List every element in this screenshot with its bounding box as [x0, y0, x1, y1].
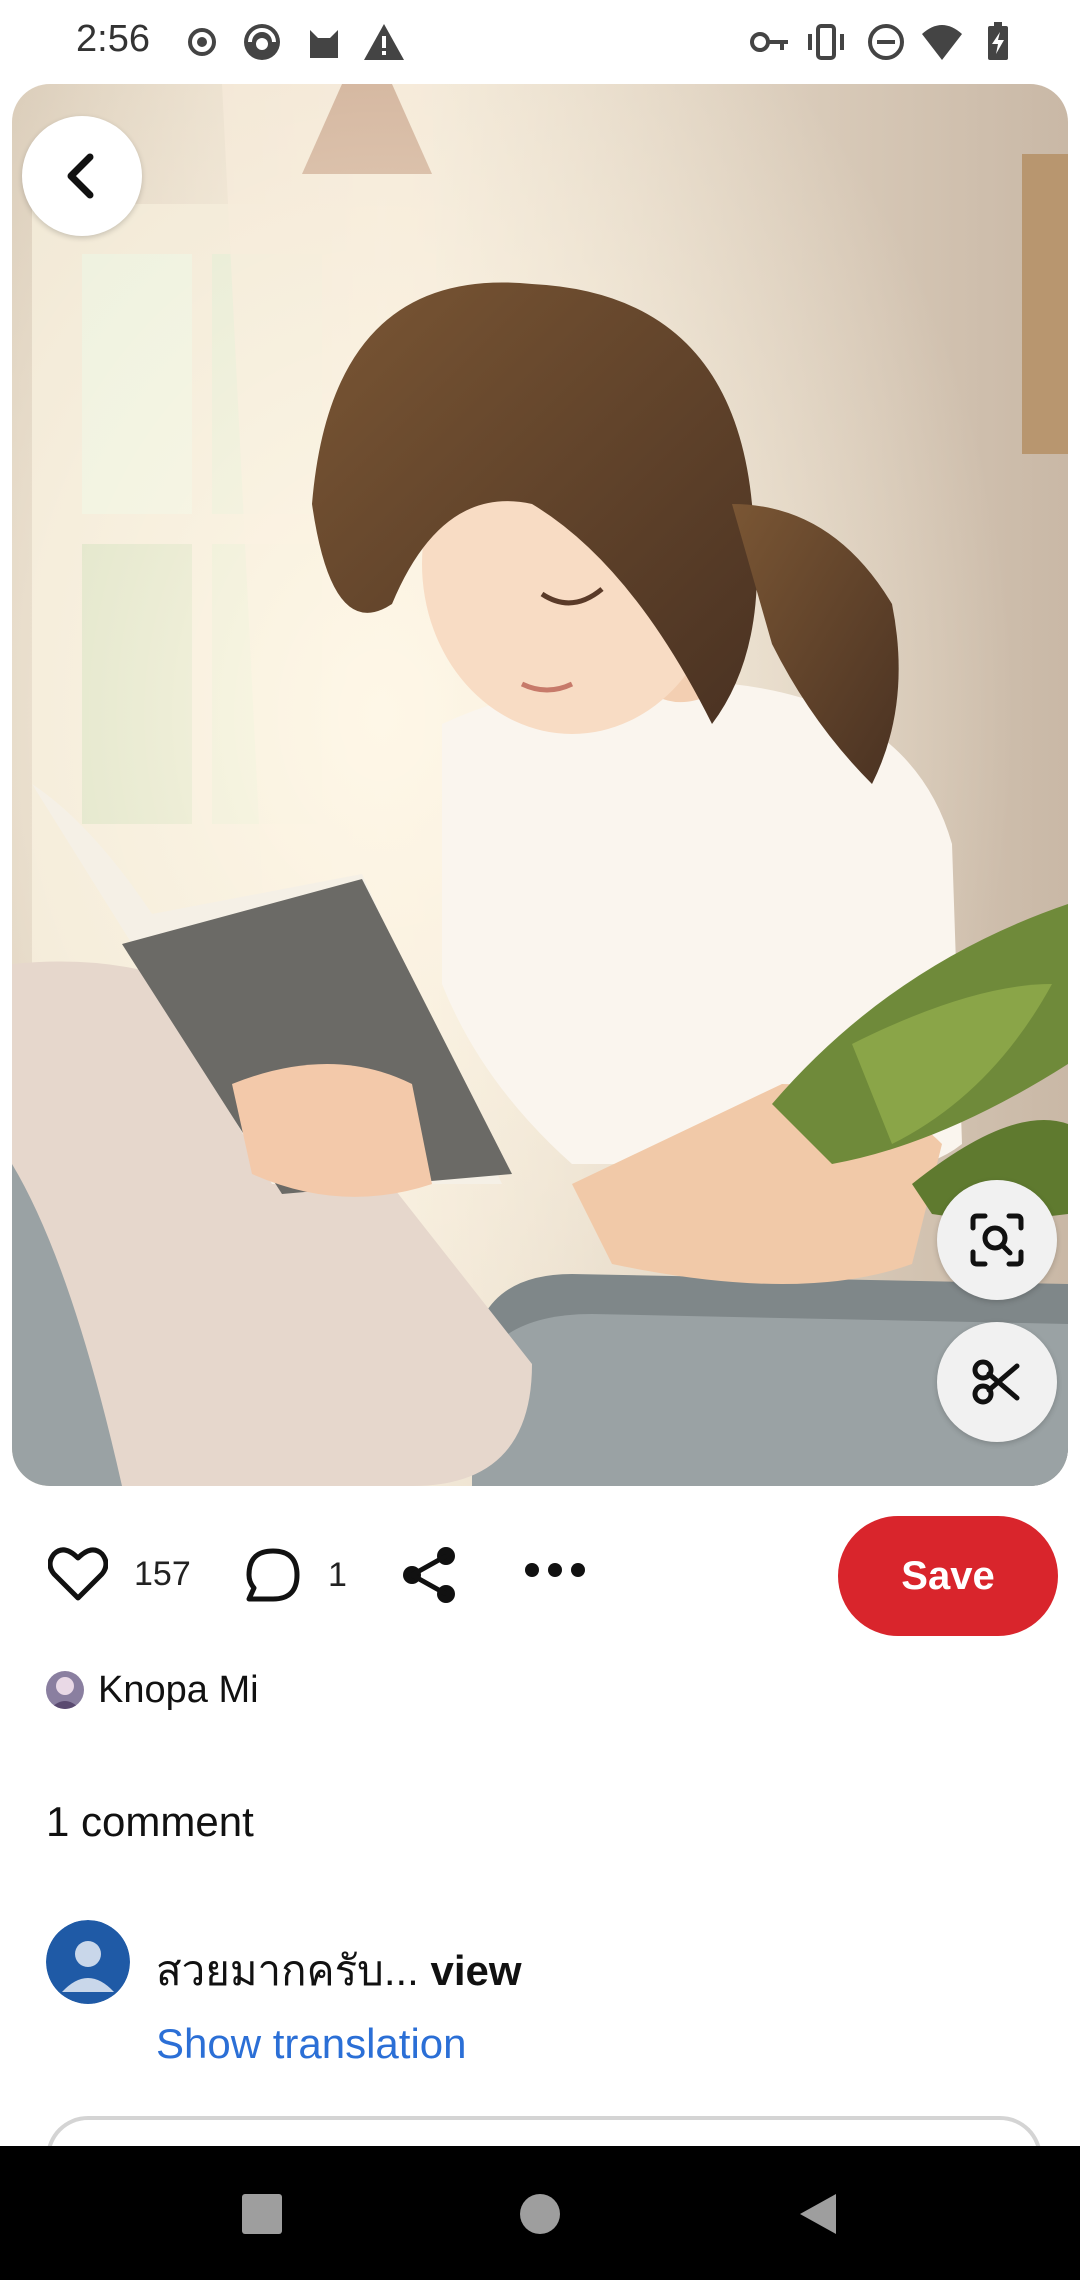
home-button[interactable] [512, 2186, 568, 2242]
status-time: 2:56 [76, 18, 150, 60]
recents-button[interactable] [234, 2186, 290, 2242]
like-action[interactable]: 157 [48, 1546, 191, 1602]
more-dots-icon [525, 1563, 585, 1577]
dnd-icon [868, 24, 904, 60]
comment-view-link[interactable]: view [431, 1947, 522, 1994]
share-button[interactable] [400, 1544, 460, 1606]
creator-avatar [46, 1671, 84, 1709]
pin-image[interactable] [12, 84, 1068, 1486]
creator-name: Knopa Mi [98, 1668, 259, 1711]
visual-search-button[interactable] [937, 1180, 1057, 1300]
back-button[interactable] [22, 116, 142, 236]
status-bar: 2:56 [0, 0, 1080, 84]
commenter-avatar[interactable] [46, 1920, 130, 2004]
girl-reading-illustration [12, 84, 1068, 1486]
cutout-button[interactable] [937, 1322, 1057, 1442]
show-translation-link[interactable]: Show translation [156, 2020, 467, 2068]
like-count: 157 [134, 1554, 191, 1593]
back-nav-button[interactable] [790, 2186, 846, 2242]
home-icon [520, 2194, 560, 2234]
comment-action[interactable]: 1 [244, 1546, 347, 1604]
cat-icon [310, 30, 338, 58]
browser-icon [244, 24, 280, 60]
default-avatar-icon [46, 1920, 130, 2004]
record-icon [188, 28, 216, 56]
battery-charging-icon [988, 22, 1008, 60]
comment-text[interactable]: สวยมากครับ... view [156, 1938, 522, 2004]
system-nav-bar [0, 2146, 1080, 2280]
chevron-left-icon [67, 153, 94, 199]
comment-count: 1 [328, 1555, 347, 1594]
creator-row[interactable]: Knopa Mi [46, 1666, 259, 1714]
recents-icon [242, 2194, 282, 2234]
visual-search-icon [970, 1213, 1024, 1267]
comments-count-title: 1 comment [46, 1798, 254, 1845]
vibrate-icon [808, 24, 844, 60]
comment-body: สวยมากครับ... [156, 1947, 419, 1994]
heart-icon [48, 1547, 108, 1601]
wifi-icon [922, 25, 962, 60]
share-icon [403, 1547, 455, 1603]
comment-icon [246, 1548, 300, 1602]
save-button[interactable]: Save [838, 1516, 1058, 1636]
back-triangle-icon [800, 2194, 836, 2234]
vpn-key-icon [750, 32, 788, 52]
more-options-button[interactable] [524, 1560, 586, 1580]
action-row: 157 1 Save [0, 1516, 1080, 1636]
scissors-icon [972, 1359, 1020, 1405]
warning-icon [364, 24, 404, 60]
